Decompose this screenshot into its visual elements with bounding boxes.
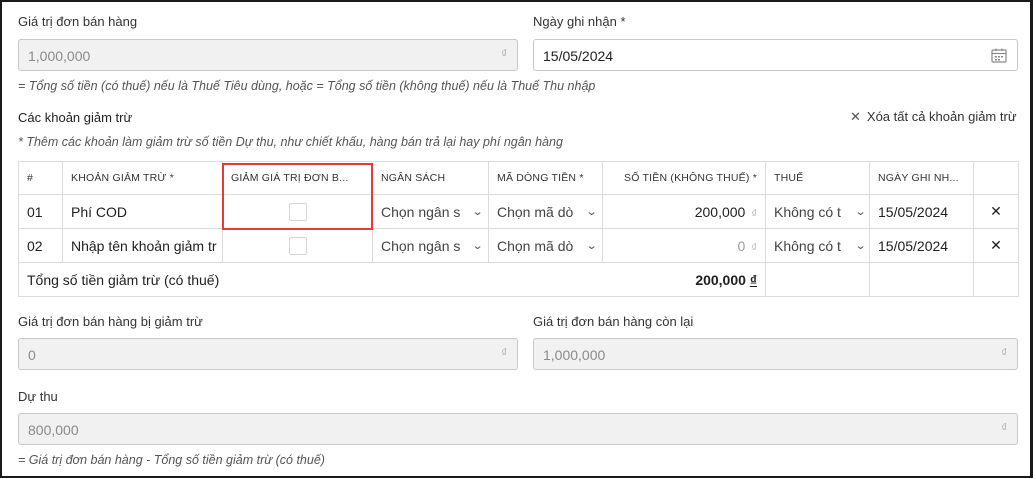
expected-revenue-label: Dự thu [18, 389, 58, 404]
col-amount[interactable]: SỐ TIỀN (KHÔNG THUẾ) * [602, 161, 766, 195]
expected-revenue-note: = Giá trị đơn bán hàng - Tổng số tiền gi… [18, 453, 325, 467]
col-deduction-name[interactable]: KHOẢN GIẢM TRỪ * [62, 161, 223, 195]
remaining-value: 1,000,000 [543, 347, 606, 363]
order-value-label: Giá trị đơn bán hàng [18, 14, 138, 29]
currency-icon: ₫ [751, 241, 757, 254]
calendar-icon[interactable] [991, 48, 1007, 63]
col-actions [973, 161, 1019, 195]
record-date-input[interactable]: 15/05/2024 [869, 194, 974, 229]
total-label: Tổng số tiền giảm trừ (có thuế) [27, 271, 220, 288]
table-header-row: # KHOẢN GIẢM TRỪ * GIẢM GIÁ TRỊ ĐƠN B...… [18, 161, 1019, 195]
col-index: # [18, 161, 63, 195]
deductions-table: # KHOẢN GIẢM TRỪ * GIẢM GIÁ TRỊ ĐƠN B...… [18, 161, 1019, 297]
total-blank-cell [973, 262, 1019, 297]
reduced-value-label: Giá trị đơn bán hàng bị giảm trừ [18, 314, 203, 329]
expected-revenue-value: 800,000 [28, 422, 79, 438]
currency-icon: ₫ [1001, 347, 1007, 359]
amount-input[interactable]: 200,000 ₫ [602, 194, 766, 229]
budget-select-value: Chọn ngân s [381, 204, 461, 220]
highlight-box [222, 163, 373, 230]
table-total-row: Tổng số tiền giảm trừ (có thuế) 200,000 … [18, 262, 1019, 297]
total-cell: Tổng số tiền giảm trừ (có thuế) 200,000 … [18, 262, 766, 297]
currency-icon: ₫ [751, 207, 757, 220]
cashflow-select-value: Chọn mã dò [497, 238, 574, 254]
reduced-value-field: 0 ₫ [18, 338, 518, 370]
tax-select-value: Không có t [774, 238, 841, 254]
cashflow-select-value: Chọn mã dò [497, 204, 574, 220]
tax-select[interactable]: Không có t ⌄ [765, 194, 870, 229]
total-blank-cell [869, 262, 974, 297]
record-date-input[interactable]: 15/05/2024 [869, 228, 974, 263]
budget-select-value: Chọn ngân s [381, 238, 461, 254]
currency-icon: ₫ [749, 272, 757, 288]
reduce-order-value-checkbox[interactable] [288, 236, 307, 255]
table-row: 01 Phí COD Chọn ngân s ⌄ Chọn mã dò ⌄ 200,… [18, 194, 1019, 229]
close-icon: ✕ [990, 237, 1002, 253]
order-value-field: 1,000,000 ₫ [18, 39, 518, 71]
order-value: 1,000,000 [28, 48, 91, 64]
order-value-note: = Tổng số tiền (có thuế) nếu là Thuế Tiê… [18, 79, 596, 93]
row-index: 01 [18, 194, 63, 229]
cashflow-select[interactable]: Chọn mã dò ⌄ [488, 228, 603, 263]
record-date-value: 15/05/2024 [543, 48, 614, 64]
currency-icon: ₫ [501, 48, 507, 60]
col-record-date[interactable]: NGÀY GHI NH... [869, 161, 974, 195]
col-budget[interactable]: NGÂN SÁCH [372, 161, 489, 195]
record-date-field[interactable]: 15/05/2024 [533, 39, 1018, 71]
budget-select[interactable]: Chọn ngân s ⌄ [372, 194, 489, 229]
remaining-value-field: 1,000,000 ₫ [533, 338, 1018, 370]
chevron-down-icon: ⌄ [585, 240, 598, 252]
delete-row-button[interactable]: ✕ [973, 194, 1019, 229]
deductions-hint: * Thêm các khoản làm giảm trừ số tiền Dự… [18, 135, 563, 149]
remaining-value-label: Giá trị đơn bán hàng còn lại [533, 314, 694, 329]
delete-row-button[interactable]: ✕ [973, 228, 1019, 263]
chevron-down-icon: ⌄ [854, 206, 867, 218]
deduction-name-input[interactable]: Phí COD [62, 194, 223, 229]
close-icon: ✕ [850, 109, 861, 124]
total-value: 200,000 [695, 272, 746, 288]
clear-all-button[interactable]: ✕ Xóa tất cả khoản giảm trừ [850, 109, 1017, 125]
deduction-name-input[interactable]: Nhập tên khoản giảm tr [62, 228, 223, 263]
table-row: 02 Nhập tên khoản giảm tr Chọn ngân s ⌄ C… [18, 228, 1019, 263]
chevron-down-icon: ⌄ [471, 240, 484, 252]
close-icon: ✕ [990, 203, 1002, 219]
tax-select-value: Không có t [774, 204, 841, 220]
row-index: 02 [18, 228, 63, 263]
total-amount: 200,000 ₫ [695, 272, 757, 288]
reduce-order-value-checkbox-cell [222, 228, 373, 263]
chevron-down-icon: ⌄ [854, 240, 867, 252]
chevron-down-icon: ⌄ [471, 206, 484, 218]
chevron-down-icon: ⌄ [585, 206, 598, 218]
currency-icon: ₫ [1001, 422, 1007, 434]
col-cashflow-code[interactable]: MÃ DÒNG TIỀN * [488, 161, 603, 195]
budget-select[interactable]: Chọn ngân s ⌄ [372, 228, 489, 263]
reduced-value: 0 [28, 347, 36, 363]
col-tax[interactable]: THUẾ [765, 161, 870, 195]
amount-value: 0 [737, 237, 746, 254]
total-blank-cell [765, 262, 870, 297]
amount-input[interactable]: 0 ₫ [602, 228, 766, 263]
deductions-title: Các khoản giảm trừ [18, 110, 133, 125]
amount-value: 200,000 [694, 203, 746, 220]
tax-select[interactable]: Không có t ⌄ [765, 228, 870, 263]
clear-all-label: Xóa tất cả khoản giảm trừ [866, 109, 1017, 124]
cashflow-select[interactable]: Chọn mã dò ⌄ [488, 194, 603, 229]
currency-icon: ₫ [501, 347, 507, 359]
expected-revenue-field: 800,000 ₫ [18, 413, 1018, 445]
record-date-label: Ngày ghi nhận * [533, 14, 626, 29]
